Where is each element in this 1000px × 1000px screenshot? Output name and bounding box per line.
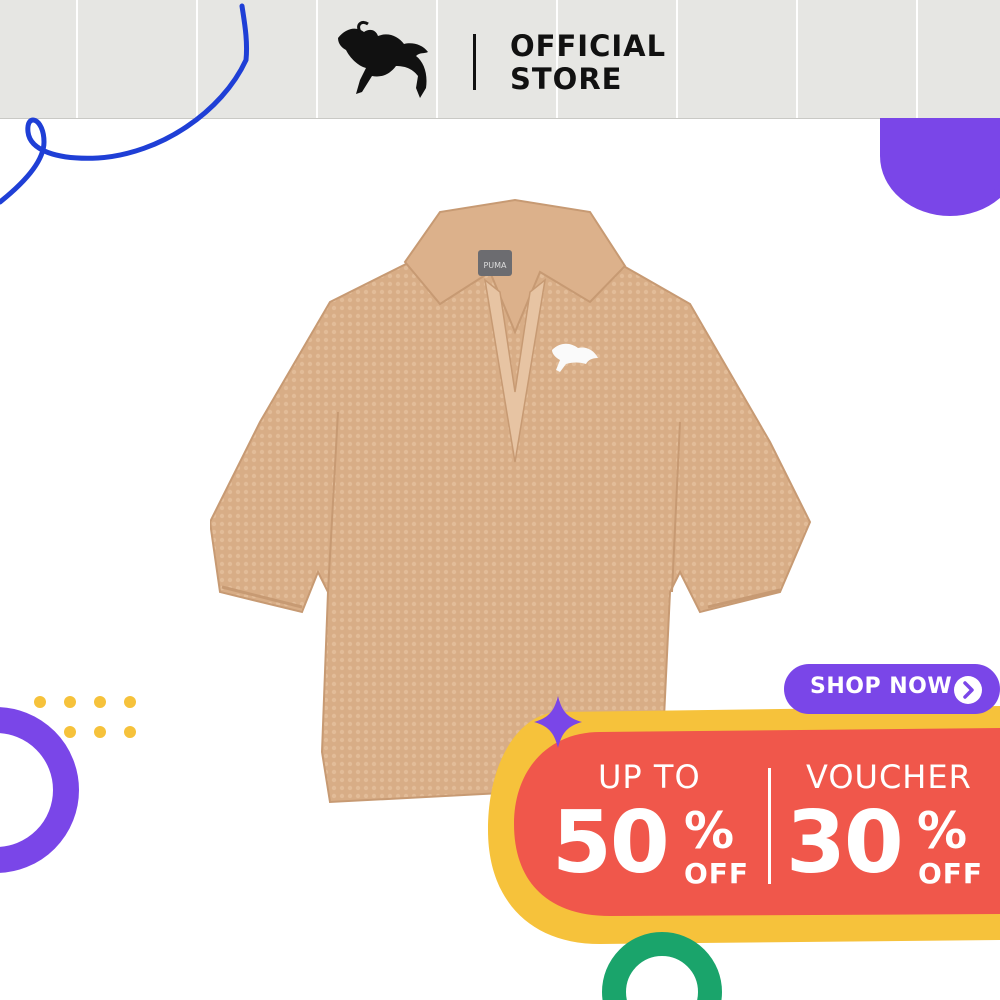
voucher-caption: VOUCHER: [806, 758, 972, 796]
discount-off-label: OFF: [684, 857, 750, 890]
voucher-percent-sign: %: [917, 802, 968, 860]
header-divider: [316, 0, 318, 118]
brand-lockup: OFFICIAL STORE: [332, 18, 672, 102]
product-image[interactable]: PUMA: [208, 192, 820, 812]
store-label-line2: STORE: [510, 62, 623, 96]
header-divider: [796, 0, 798, 118]
svg-text:PUMA: PUMA: [483, 261, 507, 270]
header-overlap: [870, 0, 1000, 118]
discount-value-50: 50: [552, 793, 670, 893]
shirt-icon: PUMA: [208, 198, 812, 804]
discount-percent-sign: %: [684, 802, 735, 860]
store-label-line1: OFFICIAL: [510, 29, 667, 63]
voucher-off-label: OFF: [918, 857, 984, 890]
header-divider: [916, 0, 918, 118]
shop-now-button[interactable]: SHOP NOW: [784, 664, 1000, 714]
header-divider: [676, 0, 678, 118]
chevron-right-icon: [954, 676, 982, 704]
puma-cat-logo: [338, 20, 428, 98]
voucher-value-30: 30: [786, 793, 904, 893]
shop-now-label: SHOP NOW: [810, 674, 953, 699]
blue-swirl-decoration: [0, 3, 249, 205]
brand-separator: [473, 34, 476, 90]
purple-ring-decoration: [0, 707, 79, 873]
store-label: OFFICIAL STORE: [510, 30, 666, 96]
